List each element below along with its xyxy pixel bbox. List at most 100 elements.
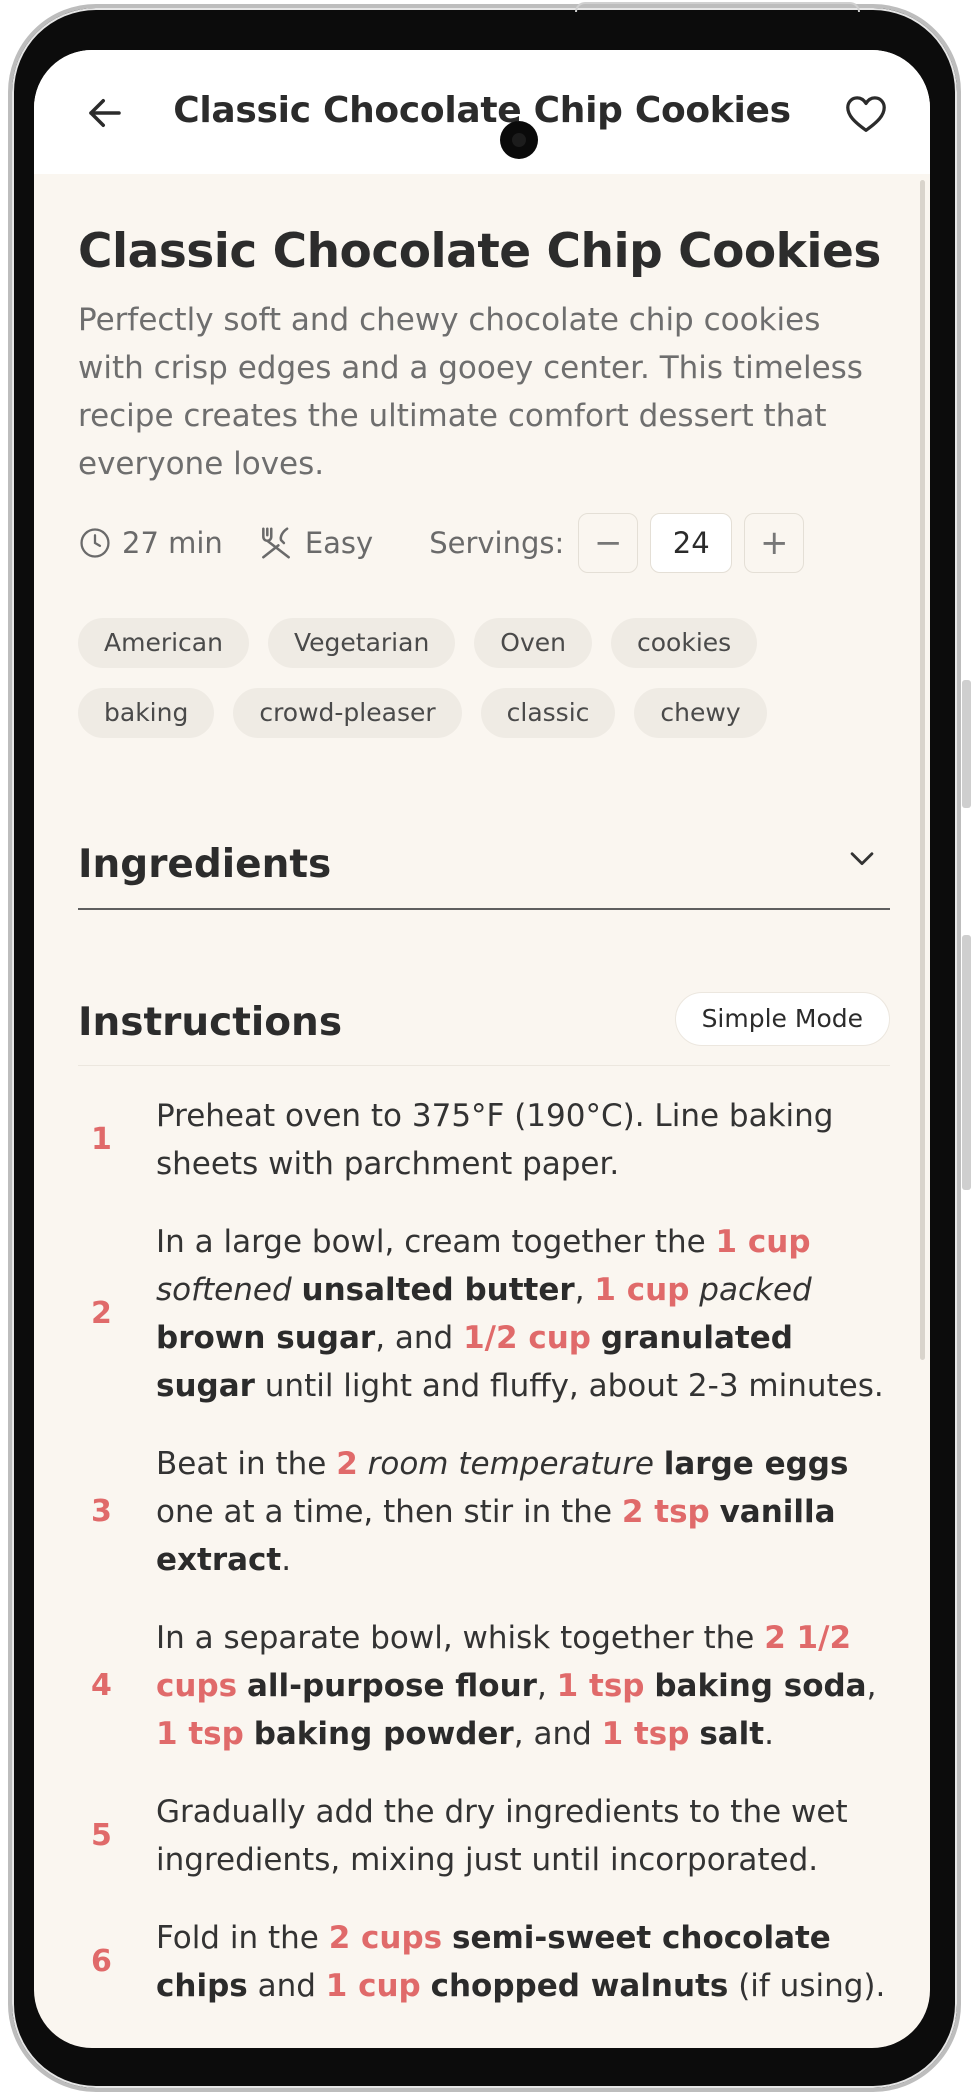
instruction-step: 5 Gradually add the dry ingredients to th… [78, 1788, 890, 1884]
tag-chip[interactable]: classic [480, 687, 616, 738]
prep-time-value: 27 min [122, 525, 223, 560]
step-quantity: 2 tsp [621, 1493, 710, 1530]
step-text-segment: , [866, 1667, 877, 1704]
instruction-step: 2 In a large bowl, cream together the 1 c… [78, 1218, 890, 1410]
step-text-segment: Beat in the [156, 1445, 337, 1482]
increase-servings-button[interactable]: + [744, 512, 805, 573]
instruction-step: 4 In a separate bowl, whisk together the … [78, 1614, 890, 1758]
favorite-button[interactable] [838, 86, 894, 142]
step-text-segment [244, 1716, 254, 1752]
app-bar: Classic Chocolate Chip Cookies [34, 50, 930, 174]
front-camera [500, 121, 538, 159]
ingredients-section-header[interactable]: Ingredients [78, 832, 890, 910]
step-ingredient: baking soda [654, 1667, 867, 1704]
step-ingredient: unsalted butter [301, 1271, 575, 1308]
step-quantity: 1/2 cup [463, 1319, 591, 1356]
difficulty: Easy [257, 524, 373, 562]
instruction-step: 6 Fold in the 2 cups semi-sweet chocolate… [78, 1914, 890, 2010]
phone-screen: Classic Chocolate Chip Cookies Classic C… [34, 50, 930, 2048]
phone-top-edge [575, 2, 860, 12]
step-text-segment: one at a time, then stir in the [156, 1493, 622, 1530]
step-text-segment: Fold in the [156, 1919, 329, 1956]
phone-power-button [962, 935, 971, 1190]
chevron-down-icon [850, 852, 874, 865]
tag-chip[interactable]: Vegetarian [267, 617, 456, 668]
step-quantity: 1 cup [325, 1967, 421, 2004]
step-text-segment [421, 1968, 431, 2004]
step-text-segment [591, 1320, 601, 1356]
recipe-content: Classic Chocolate Chip Cookies Perfectly… [78, 174, 890, 2040]
step-text-segment: In a large bowl, cream together the [156, 1223, 716, 1260]
instructions-section-header: Instructions Simple Mode [78, 991, 890, 1066]
decrease-servings-button[interactable]: − [578, 512, 639, 573]
step-text-segment [710, 1494, 720, 1530]
step-number: 2 [91, 1296, 112, 1332]
step-text-segment: until light and fluffy, about 2-3 minute… [254, 1367, 884, 1404]
difficulty-value: Easy [304, 525, 374, 560]
step-text-segment: . [281, 1541, 292, 1578]
prep-time: 27 min [78, 526, 223, 560]
step-text-segment: In a separate bowl, whisk together the [156, 1619, 765, 1656]
step-quantity: 2 cups [328, 1919, 443, 1956]
tag-chip[interactable]: Oven [474, 617, 592, 668]
tag-chip[interactable]: cookies [611, 617, 758, 668]
step-text-segment: , and [375, 1319, 464, 1356]
step-text-segment [644, 1668, 654, 1704]
heart-icon [846, 96, 886, 132]
simple-mode-button[interactable]: Simple Mode [674, 991, 890, 1046]
step-text: Preheat oven to 375°F (190°C). Line baki… [156, 1092, 890, 1188]
step-number: 3 [91, 1494, 112, 1530]
step-text-segment: Preheat oven to 375°F (190°C). Line baki… [156, 1097, 834, 1182]
step-ingredient: all-purpose flour [246, 1667, 537, 1704]
step-quantity: 1 tsp [156, 1715, 244, 1752]
recipe-description: Perfectly soft and chewy chocolate chip … [78, 301, 863, 482]
step-ingredient: baking powder [253, 1715, 514, 1752]
scrollbar-thumb[interactable] [920, 180, 925, 1360]
instruction-step: 3 Beat in the 2 room temperature large eg… [78, 1440, 890, 1584]
step-text-segment [442, 1920, 452, 1956]
step-text-segment: Gradually add the dry ingredients to the… [156, 1793, 848, 1878]
instruction-step: 1 Preheat oven to 375°F (190°C). Line bak… [78, 1092, 890, 1188]
step-number: 4 [91, 1668, 112, 1704]
step-text-segment [237, 1668, 247, 1704]
step-quantity: 1 tsp [556, 1667, 645, 1704]
tag-chip[interactable]: baking [78, 687, 215, 738]
step-text-segment: . [764, 1715, 774, 1752]
step-text-segment: , [574, 1271, 595, 1308]
step-modifier: room temperature [367, 1445, 654, 1482]
step-text-segment [292, 1272, 302, 1308]
tag-chip[interactable]: crowd-pleaser [233, 687, 462, 738]
servings-label: Servings: [429, 525, 565, 560]
step-text: Gradually add the dry ingredients to the… [156, 1788, 890, 1884]
tag-list: American Vegetarian Oven cookies baking … [78, 617, 890, 738]
step-quantity: 2 [336, 1445, 358, 1482]
step-text-segment: and [247, 1967, 326, 2004]
step-text-segment: (if using). [728, 1967, 886, 2004]
recipe-title: Classic Chocolate Chip Cookies [78, 224, 881, 279]
step-text-segment [358, 1446, 368, 1482]
tag-chip[interactable]: chewy [634, 687, 767, 738]
step-ingredient: large eggs [663, 1445, 849, 1482]
step-ingredient: brown sugar [156, 1319, 376, 1356]
app-bar-title: Classic Chocolate Chip Cookies [173, 90, 791, 131]
step-text: Beat in the 2 room temperature large egg… [156, 1440, 890, 1584]
step-text-segment [654, 1446, 664, 1482]
servings-value[interactable]: 24 [650, 512, 733, 573]
utensils-icon [261, 527, 290, 559]
expand-ingredients-toggle[interactable] [842, 838, 882, 878]
clock-icon [80, 528, 110, 558]
step-quantity: 1 cup [594, 1271, 690, 1308]
tag-chip[interactable]: American [78, 617, 249, 668]
step-text: In a large bowl, cream together the 1 cu… [156, 1218, 890, 1410]
step-quantity: 1 tsp [601, 1715, 690, 1752]
step-number: 6 [91, 1944, 112, 1980]
step-number: 1 [91, 1122, 112, 1158]
recipe-meta: 27 min Easy Servings: − 24 + [78, 512, 890, 574]
step-text-segment [689, 1272, 699, 1308]
step-text-segment: , [536, 1667, 557, 1704]
step-text-segment [689, 1716, 699, 1752]
step-modifier: packed [699, 1271, 812, 1308]
instructions-title: Instructions [78, 999, 343, 1045]
step-modifier: softened [156, 1271, 292, 1308]
step-quantity: 1 cup [715, 1223, 811, 1260]
